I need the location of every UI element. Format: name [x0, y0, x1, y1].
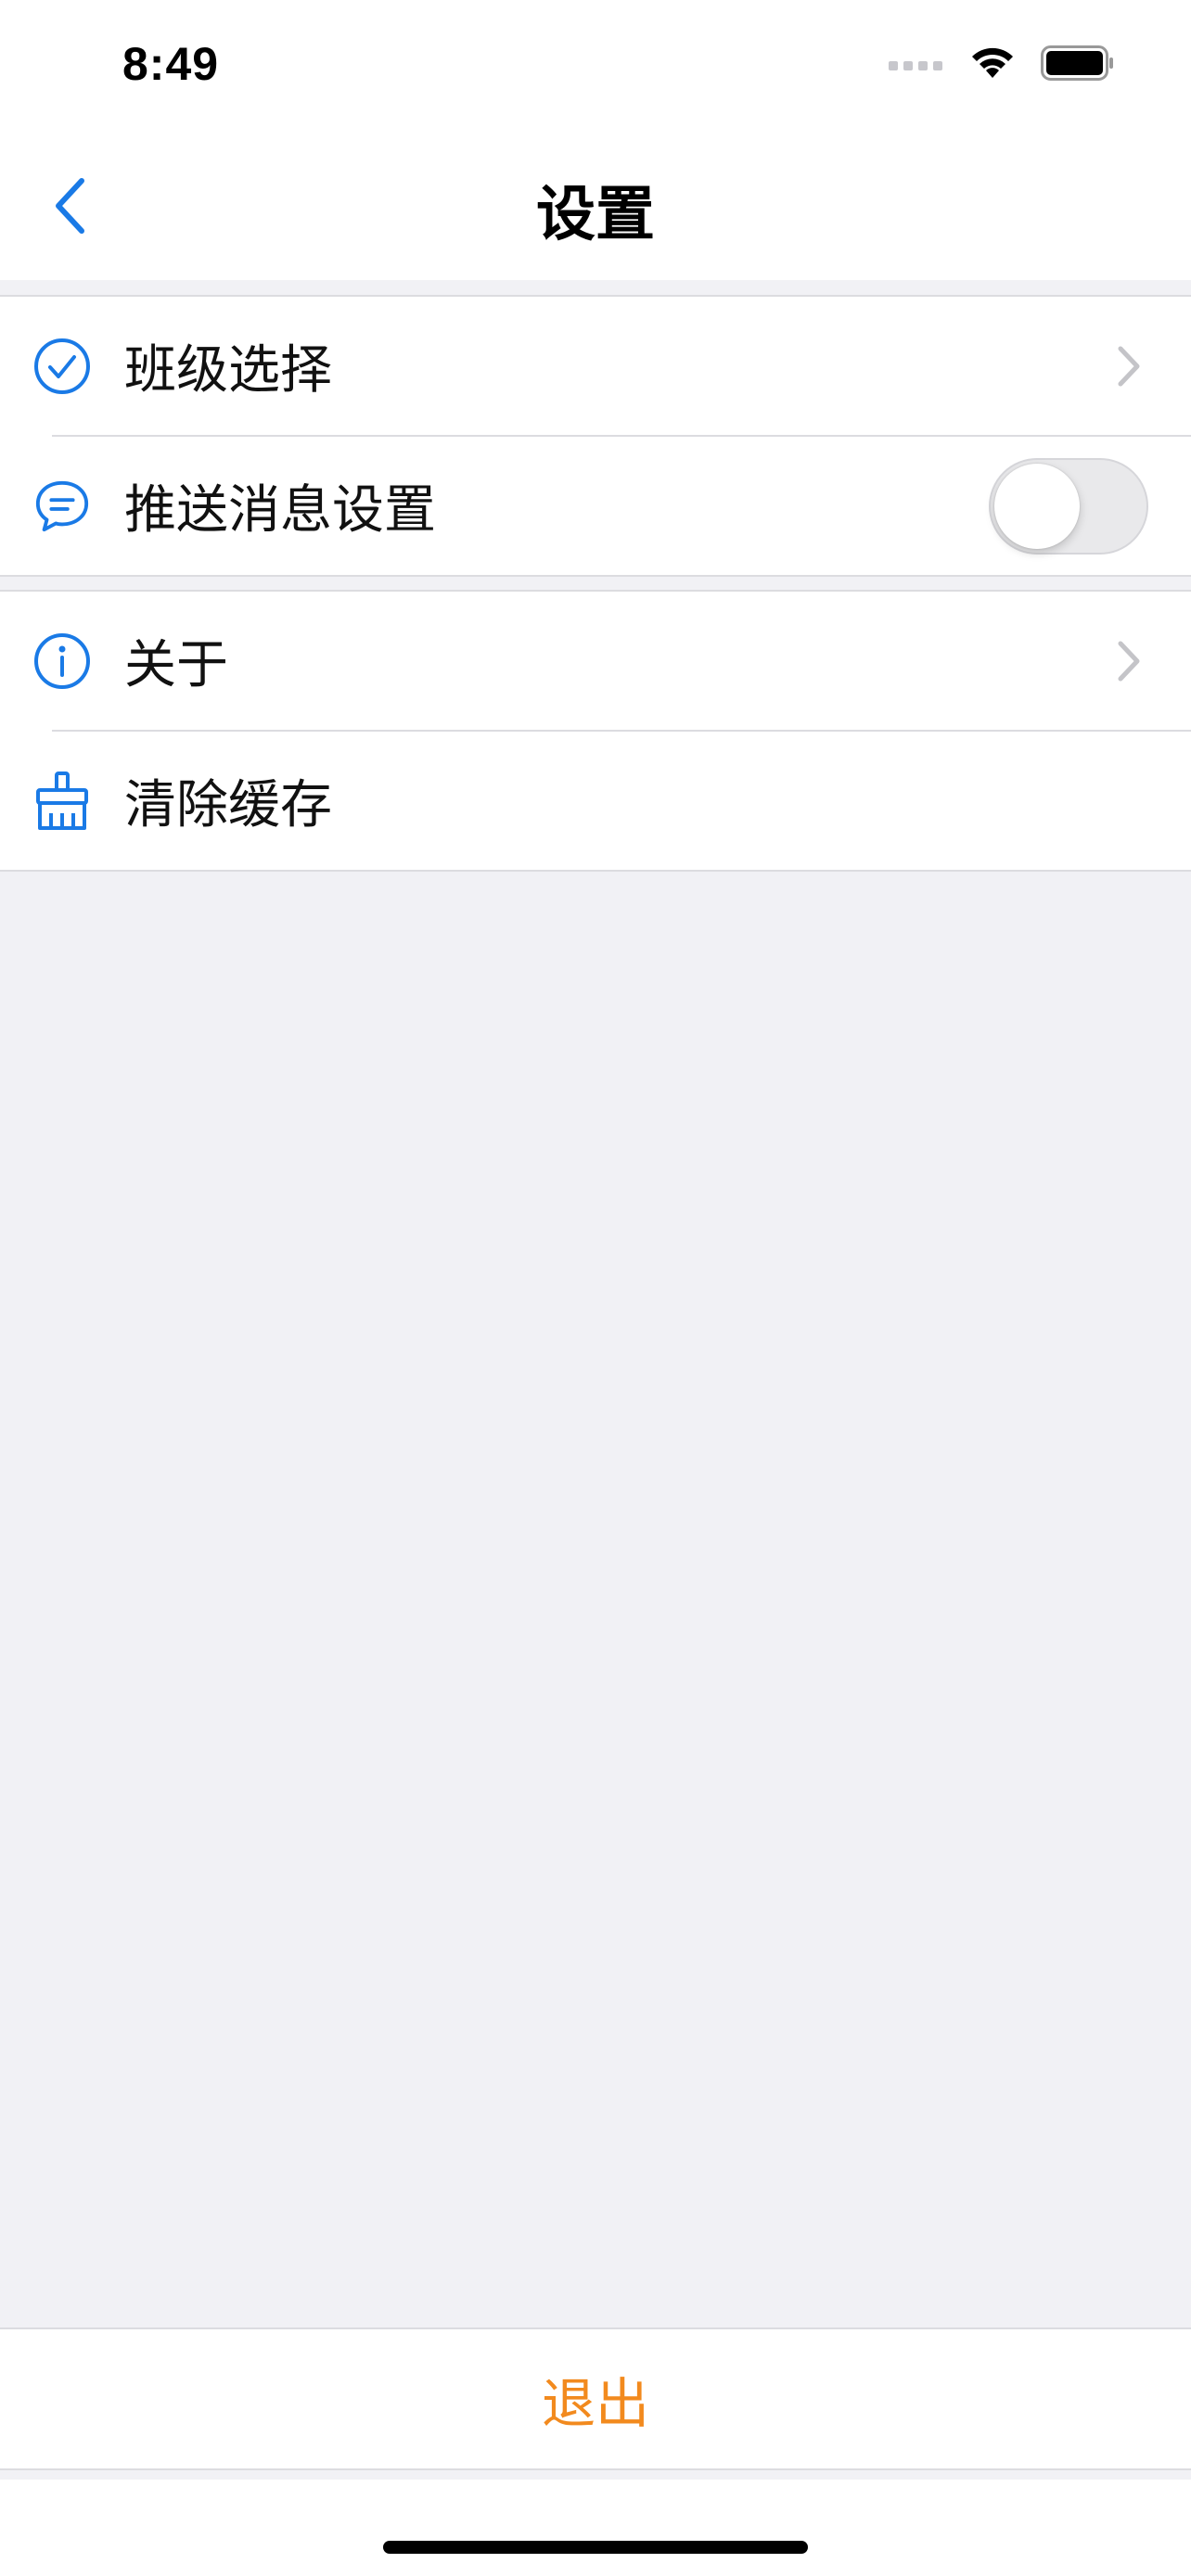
row-class-selection[interactable]: 班级选择 [0, 297, 1191, 435]
row-label-about: 关于 [124, 635, 228, 695]
status-icons [889, 45, 1115, 82]
row-push-settings: 推送消息设置 [35, 435, 1191, 575]
settings-group-2: 关于 清除缓存 [0, 590, 1191, 872]
row-clear-cache[interactable]: 清除缓存 [36, 730, 1191, 870]
settings-group-1: 班级选择 推送消息设置 [0, 295, 1191, 577]
row-label-clear-cache: 清除缓存 [124, 775, 332, 835]
chevron-right-icon [1118, 346, 1140, 386]
row-about[interactable]: 关于 [0, 592, 1191, 730]
message-bubble-icon [33, 478, 91, 535]
logout-button[interactable]: 退出 [0, 2327, 1191, 2470]
home-indicator[interactable] [383, 2541, 808, 2554]
chevron-right-icon [1118, 641, 1140, 681]
page-title: 设置 [536, 181, 655, 249]
battery-icon [1041, 45, 1113, 81]
push-settings-toggle[interactable] [989, 457, 1148, 555]
check-circle-icon [33, 338, 91, 395]
broom-icon [33, 771, 91, 830]
logout-label: 退出 [541, 2372, 649, 2435]
status-bar: 8:49 [0, 0, 1191, 132]
home-indicator-area [0, 2480, 1191, 2576]
navigation-bar: 设置 [0, 132, 1191, 280]
row-label-class-selection: 班级选择 [124, 340, 332, 401]
toggle-knob [994, 463, 1080, 549]
status-time: 8:49 [122, 38, 220, 90]
cellular-signal-icon [889, 61, 942, 70]
row-label-push-settings: 推送消息设置 [124, 480, 436, 541]
info-circle-icon [33, 632, 91, 690]
wifi-icon [972, 47, 1013, 78]
